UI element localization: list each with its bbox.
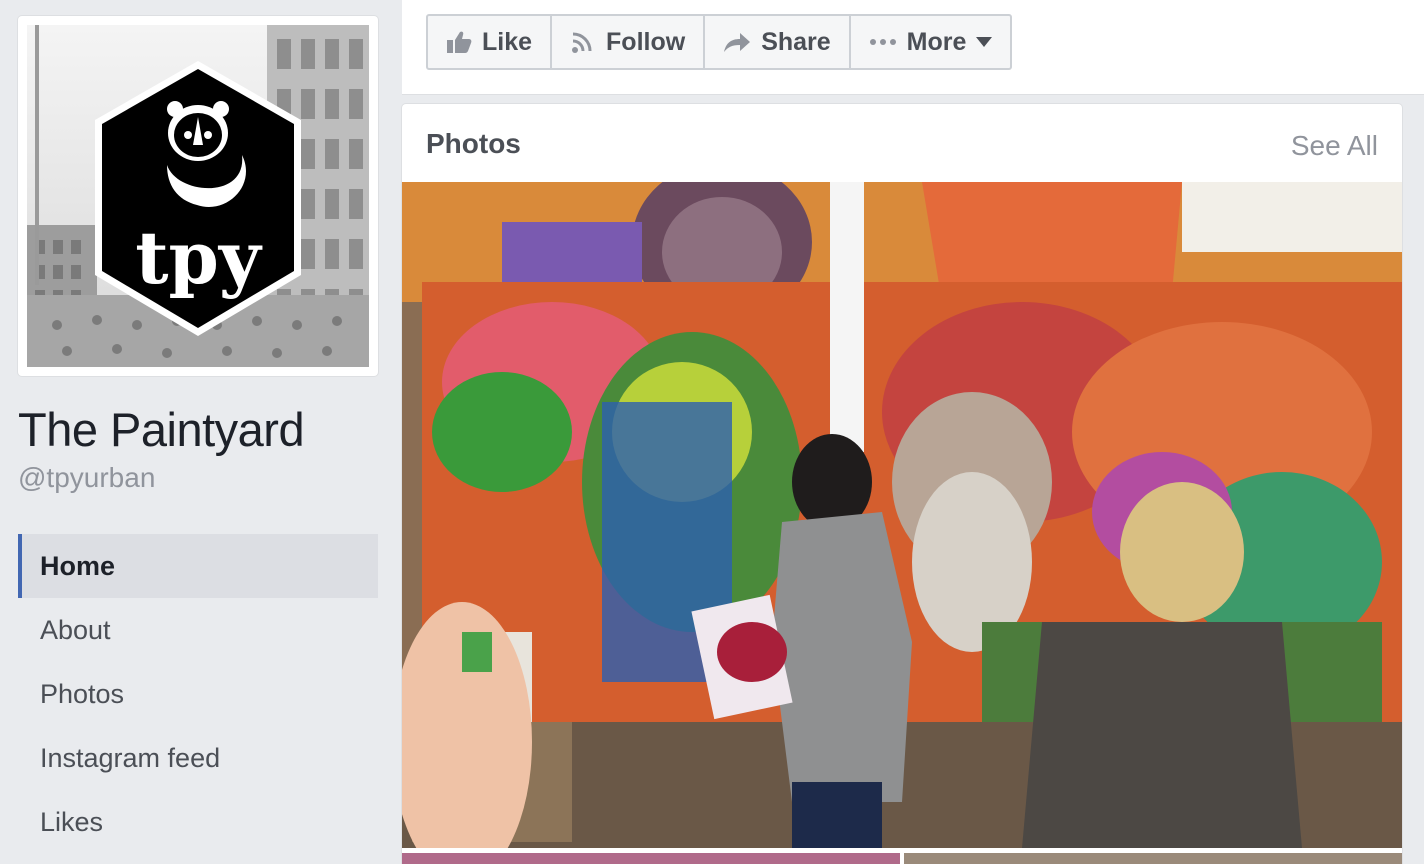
like-button[interactable]: Like [428,16,553,68]
share-label: Share [761,27,831,56]
profile-picture-card[interactable]: tpy [18,16,378,376]
action-bar-card: Like Follow Share More [402,0,1424,95]
rss-follow-icon [572,32,592,53]
action-bar: Like Follow Share More [426,14,1013,70]
see-all-link[interactable]: See All [1291,130,1378,162]
page-username[interactable]: @tpyurban [18,462,155,494]
nav-item-photos[interactable]: Photos [18,662,378,726]
ellipsis-icon [869,39,896,45]
thumbnail-previews [402,853,1402,864]
featured-photo[interactable] [402,162,1402,864]
nav-item-likes[interactable]: Likes [18,790,378,854]
photos-header: Photos See All [402,104,1402,182]
caret-down-icon [976,37,993,47]
more-label: More [906,27,967,56]
follow-label: Follow [606,27,686,56]
thumbs-up-icon [447,31,472,53]
profile-picture[interactable]: tpy [27,25,369,367]
photos-card: Photos See All [402,104,1402,864]
left-column: tpy The Paintyard @tpyurban Home About P… [0,0,400,860]
mural-painting-photo [402,162,1402,864]
follow-button[interactable]: Follow [552,16,706,68]
logo-wordmark: tpy [135,215,263,300]
share-arrow-icon [724,33,751,52]
photo-thumbnail-strip [402,852,1402,864]
nav-item-instagram-feed[interactable]: Instagram feed [18,726,378,790]
more-button[interactable]: More [851,16,1011,68]
photos-title: Photos [426,128,521,159]
page-title[interactable]: The Paintyard [18,402,305,457]
nav-item-about[interactable]: About [18,598,378,662]
nav-item-home[interactable]: Home [18,534,378,598]
page-nav: Home About Photos Instagram feed Likes [18,534,378,854]
profile-picture-image: tpy [27,25,369,367]
like-label: Like [482,27,533,56]
share-button[interactable]: Share [705,16,851,68]
